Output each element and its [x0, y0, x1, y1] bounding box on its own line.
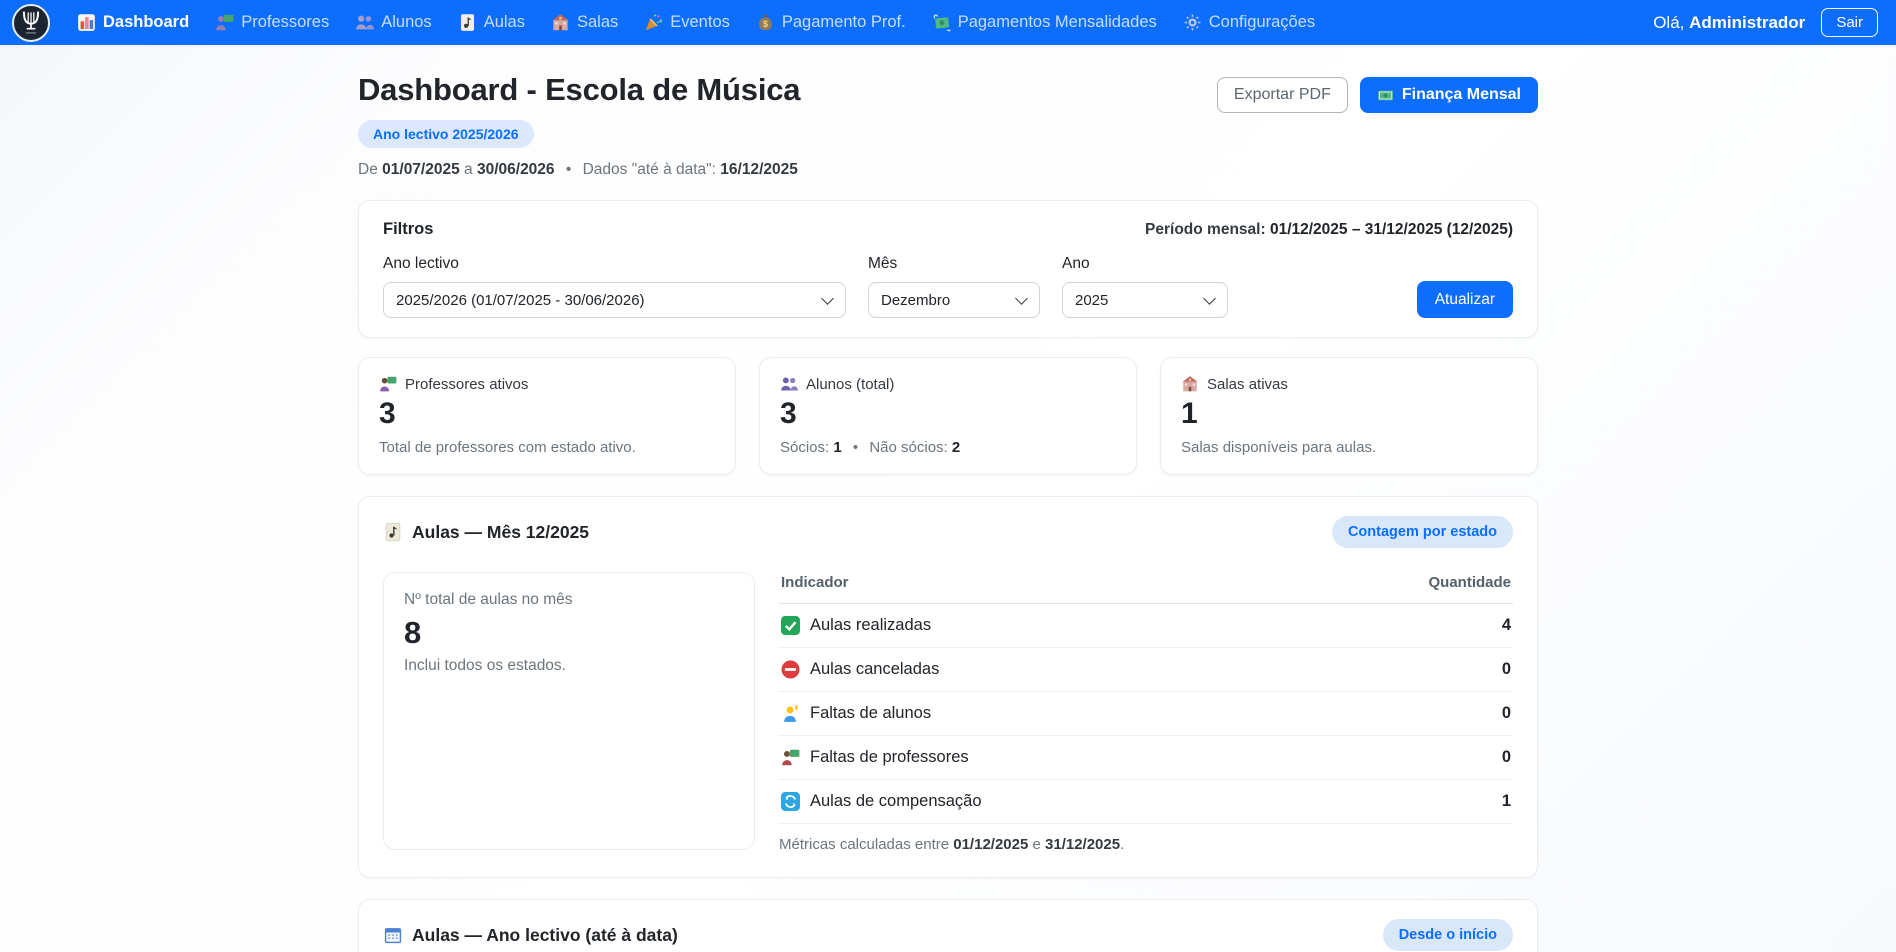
- students-icon: [355, 13, 374, 32]
- nav-item-label: Pagamentos Mensalidades: [958, 13, 1157, 32]
- stat-card-professores: Professores ativos 3 Total de professore…: [358, 357, 736, 475]
- user-greeting: Olá, Administrador: [1653, 13, 1805, 33]
- stat-label: Alunos (total): [806, 376, 894, 393]
- stat-card-alunos: Alunos (total) 3 Sócios: 1 • Não sócios:…: [759, 357, 1137, 475]
- nav-item-label: Aulas: [484, 13, 525, 32]
- stat-label: Salas ativas: [1207, 376, 1288, 393]
- logout-button[interactable]: Sair: [1821, 8, 1878, 37]
- nav-item-label: Eventos: [670, 13, 730, 32]
- month-section-card: Aulas — Mês 12/2025 Contagem por estado …: [358, 496, 1538, 878]
- banknote-icon: [1377, 87, 1394, 104]
- stat-value: 3: [379, 396, 715, 432]
- check-icon: [781, 616, 800, 635]
- month-total-value: 8: [404, 615, 734, 651]
- money-bag-icon: $: [756, 13, 775, 32]
- ano-label: Ano: [1062, 255, 1228, 273]
- year-badge: Ano lectivo 2025/2026: [358, 120, 534, 148]
- user-name: Administrador: [1689, 13, 1805, 32]
- filters-card: Filtros Período mensal: 01/12/2025 – 31/…: [358, 200, 1538, 338]
- nav-item-aulas[interactable]: Aulas: [445, 5, 538, 40]
- nav-item-label: Salas: [577, 13, 618, 32]
- table-row: Faltas de alunos 0: [779, 692, 1513, 736]
- col-quantidade: Quantidade: [1428, 574, 1511, 591]
- nav-menu: Dashboard Professores Alunos Aulas Salas: [64, 5, 1328, 40]
- page-title: Dashboard - Escola de Música: [358, 72, 800, 108]
- ano-lectivo-select[interactable]: 2025/2026 (01/07/2025 - 30/06/2026): [383, 282, 846, 318]
- no-entry-icon: [781, 660, 800, 679]
- year-section-card: Aulas — Ano lectivo (até à data) Desde o…: [358, 899, 1538, 952]
- ano-select-wrap: 2025: [1062, 282, 1228, 318]
- students-icon: [780, 375, 798, 393]
- nav-item-pagamento-prof[interactable]: $ Pagamento Prof.: [743, 5, 919, 40]
- ano-select[interactable]: 2025: [1062, 282, 1228, 318]
- month-total-caption: Inclui todos os estados.: [404, 657, 734, 675]
- table-row: Aulas de compensação 1: [779, 780, 1513, 824]
- teacher-icon: [215, 13, 234, 32]
- flying-money-icon: [932, 13, 951, 32]
- party-icon: [644, 13, 663, 32]
- desde-inicio-badge[interactable]: Desde o início: [1383, 919, 1513, 951]
- nav-item-salas[interactable]: Salas: [538, 5, 631, 40]
- stat-card-salas: Salas ativas 1 Salas disponíveis para au…: [1160, 357, 1538, 475]
- table-row: Faltas de professores 0: [779, 736, 1513, 780]
- bar-chart-icon: [77, 13, 96, 32]
- top-navbar: Dashboard Professores Alunos Aulas Salas: [0, 0, 1896, 45]
- mes-select[interactable]: Dezembro: [868, 282, 1040, 318]
- stat-caption: Total de professores com estado ativo.: [379, 439, 715, 456]
- mes-label: Mês: [868, 255, 1040, 273]
- filters-title: Filtros: [383, 220, 433, 239]
- music-score-icon: [458, 13, 477, 32]
- year-section-title: Aulas — Ano lectivo (até à data): [383, 925, 678, 946]
- svg-text:$: $: [763, 19, 768, 29]
- nav-item-label: Alunos: [381, 13, 431, 32]
- period-text: Período mensal: 01/12/2025 – 31/12/2025 …: [1145, 221, 1513, 239]
- stat-value: 3: [780, 396, 1116, 432]
- teacher-icon: [379, 375, 397, 393]
- date-line: De 01/07/2025 a 30/06/2026 • Dados "até …: [358, 161, 800, 179]
- nav-item-label: Pagamento Prof.: [782, 13, 906, 32]
- table-row: Aulas canceladas 0: [779, 648, 1513, 692]
- stat-caption: Sócios: 1 • Não sócios: 2: [780, 439, 1116, 456]
- nav-item-label: Professores: [241, 13, 329, 32]
- ano-lectivo-select-wrap: 2025/2026 (01/07/2025 - 30/06/2026): [383, 282, 846, 318]
- school-icon: [551, 13, 570, 32]
- calendar-icon: [383, 925, 403, 945]
- lyre-icon: [14, 6, 48, 40]
- student-hand-icon: [781, 704, 800, 723]
- nav-item-alunos[interactable]: Alunos: [342, 5, 444, 40]
- month-indicator-table: Indicador Quantidade Aulas realizadas 4: [779, 572, 1513, 853]
- month-total-label: Nº total de aulas no mês: [404, 591, 734, 609]
- nav-item-configuracoes[interactable]: Configurações: [1170, 5, 1328, 40]
- school-icon: [1181, 375, 1199, 393]
- col-indicador: Indicador: [781, 574, 849, 591]
- table-row: Aulas realizadas 4: [779, 604, 1513, 648]
- mes-select-wrap: Dezembro: [868, 282, 1040, 318]
- stat-caption: Salas disponíveis para aulas.: [1181, 439, 1517, 456]
- stat-value: 1: [1181, 396, 1517, 432]
- sync-icon: [781, 792, 800, 811]
- stat-label: Professores ativos: [405, 376, 528, 393]
- atualizar-button[interactable]: Atualizar: [1417, 281, 1513, 318]
- month-metrics-footer: Métricas calculadas entre 01/12/2025 e 3…: [779, 836, 1513, 853]
- export-pdf-button[interactable]: Exportar PDF: [1217, 77, 1348, 113]
- nav-item-pagamentos-mensalidades[interactable]: Pagamentos Mensalidades: [919, 5, 1170, 40]
- music-score-icon: [383, 522, 403, 542]
- nav-item-eventos[interactable]: Eventos: [631, 5, 743, 40]
- page-header-left: Dashboard - Escola de Música Ano lectivo…: [358, 72, 800, 179]
- gear-icon: [1183, 13, 1202, 32]
- teacher-icon: [781, 748, 800, 767]
- school-logo[interactable]: [12, 4, 50, 42]
- contagem-estado-badge[interactable]: Contagem por estado: [1332, 516, 1513, 548]
- nav-item-professores[interactable]: Professores: [202, 5, 342, 40]
- nav-item-label: Configurações: [1209, 13, 1315, 32]
- month-total-card: Nº total de aulas no mês 8 Inclui todos …: [383, 572, 755, 850]
- ano-lectivo-label: Ano lectivo: [383, 255, 846, 273]
- month-section-title: Aulas — Mês 12/2025: [383, 522, 589, 543]
- nav-item-label: Dashboard: [103, 13, 189, 32]
- finance-monthly-button[interactable]: Finança Mensal: [1360, 77, 1538, 113]
- nav-item-dashboard[interactable]: Dashboard: [64, 5, 202, 40]
